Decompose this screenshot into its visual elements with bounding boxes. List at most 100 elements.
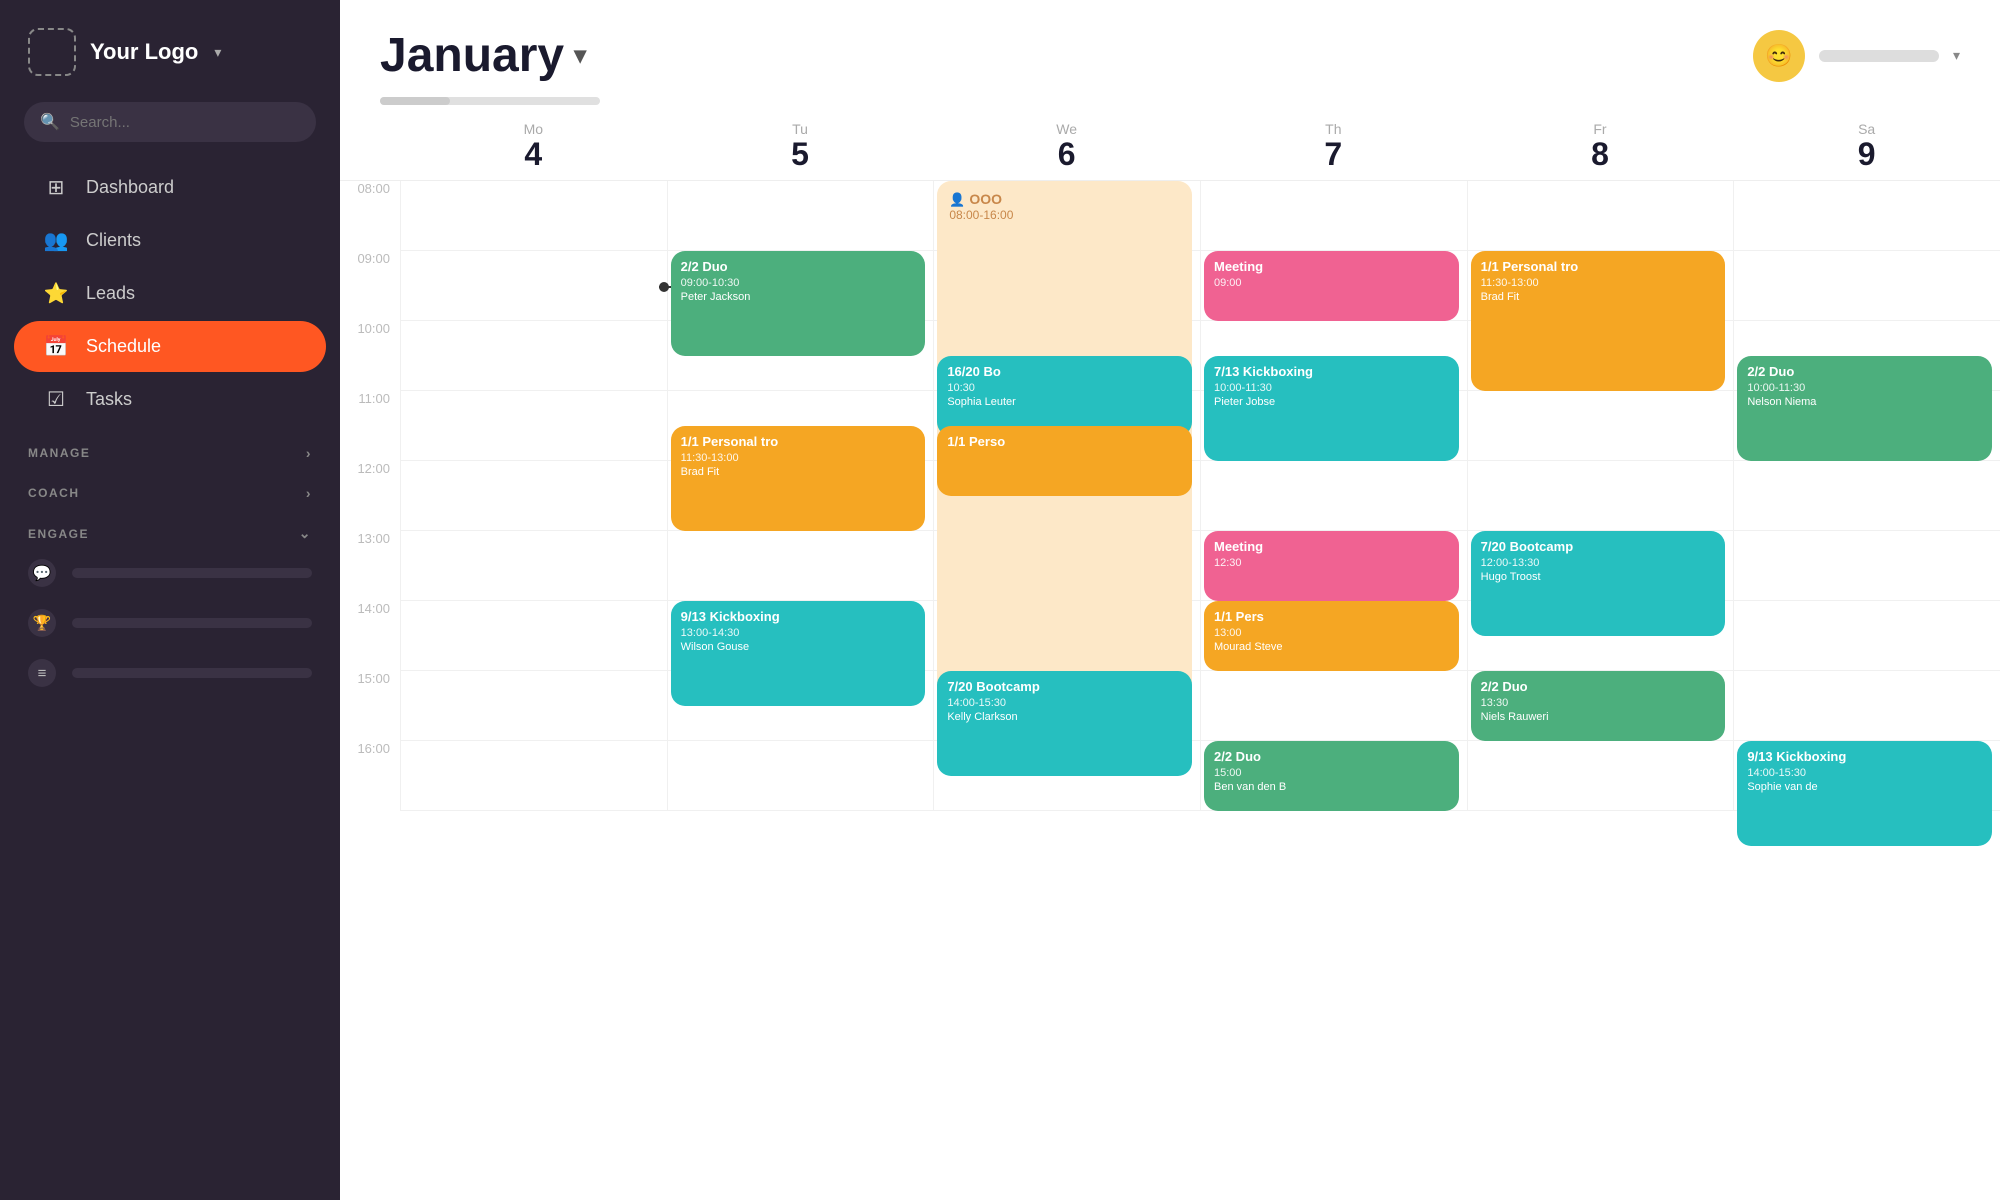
event-ev1[interactable]: 2/2 Duo09:00-10:30Peter Jackson [671, 251, 926, 356]
cal-cell-row6-col5 [1733, 601, 2000, 671]
event-ev10[interactable]: 1/1 Pers13:00Mourad Steve [1204, 601, 1459, 671]
avatar[interactable]: 😊 [1753, 30, 1805, 82]
calendar-body: 08:0009:0010:0011:0012:0013:0014:0015:00… [340, 181, 2000, 1200]
event-ev7[interactable]: Meeting09:00 [1204, 251, 1459, 321]
cal-cell-row1-col0 [400, 251, 667, 321]
cal-cell-row4-col0 [400, 461, 667, 531]
engage-item-0[interactable]: 💬 [0, 548, 340, 598]
cal-cell-row0-col0 [400, 181, 667, 251]
progress-bar-track [380, 97, 600, 105]
engage-chevron-icon[interactable]: ⌄ [299, 525, 312, 542]
main-header: January ▾ 😊 ▾ [340, 0, 2000, 83]
cal-cell-row8-col4 [1467, 741, 1734, 811]
coach-chevron-icon[interactable]: › [306, 485, 312, 501]
cal-cell-row7-col5 [1733, 671, 2000, 741]
event-ev5[interactable]: 9/13 Kickboxing13:00-14:30Wilson Gouse [671, 601, 926, 706]
engage-icon-0: 💬 [28, 559, 56, 587]
schedule-nav-icon: 📅 [42, 334, 70, 359]
cal-cell-row0-col3 [1200, 181, 1467, 251]
time-label-7: 15:00 [340, 671, 400, 741]
cal-cell-row6-col0 [400, 601, 667, 671]
cal-cell-row5-col2 [933, 531, 1200, 601]
event-ev4[interactable]: 1/1 Personal tro11:30-13:00Brad Fit [671, 426, 926, 531]
search-input[interactable] [70, 114, 300, 131]
cal-cell-row5-col1 [667, 531, 934, 601]
event-ev15[interactable]: 2/2 Duo10:00-11:30Nelson Niema [1737, 356, 1992, 461]
calendar-header: Mo4Tu5We6Th7Fr8Sa9 [340, 105, 2000, 181]
progress-bar-fill [380, 97, 450, 105]
month-chevron-icon[interactable]: ▾ [574, 41, 586, 70]
cal-cell-row0-col5 [1733, 181, 2000, 251]
time-label-3: 11:00 [340, 391, 400, 461]
user-name-bar [1819, 50, 1939, 62]
cal-cell-row7-col0 [400, 671, 667, 741]
cal-cell-row0-col4 [1467, 181, 1734, 251]
time-label-2: 10:00 [340, 321, 400, 391]
month-title: January ▾ [380, 28, 586, 83]
engage-icon-1: 🏆 [28, 609, 56, 637]
cal-cell-row4-col3 [1200, 461, 1467, 531]
manage-section-label: MANAGE › [0, 427, 340, 467]
dashboard-nav-icon: ⊞ [42, 175, 70, 200]
search-icon: 🔍 [40, 112, 60, 132]
cal-day-header-2: We6 [933, 121, 1200, 172]
cal-day-header-0: Mo4 [400, 121, 667, 172]
time-header-spacer [340, 121, 400, 172]
sidebar-item-dashboard[interactable]: ⊞Dashboard [14, 162, 326, 213]
search-bar[interactable]: 🔍 [24, 102, 316, 142]
event-ev6[interactable]: 7/20 Bootcamp14:00-15:30Kelly Clarkson [937, 671, 1192, 776]
calendar-area: Mo4Tu5We6Th7Fr8Sa9 08:0009:0010:0011:001… [340, 105, 2000, 1200]
sidebar-item-clients[interactable]: 👥Clients [14, 215, 326, 266]
engage-bar-2 [72, 668, 312, 678]
sidebar: Your Logo ▾ 🔍 ⊞Dashboard👥Clients⭐Leads📅S… [0, 0, 340, 1200]
event-ev16[interactable]: 9/13 Kickboxing14:00-15:30Sophie van de [1737, 741, 1992, 846]
engage-item-1[interactable]: 🏆 [0, 598, 340, 648]
engage-section-label: ENGAGE ⌄ [0, 507, 340, 548]
time-label-1: 09:00 [340, 251, 400, 321]
event-ev2[interactable]: 16/20 Bo10:30Sophia Leuter [937, 356, 1192, 436]
time-label-4: 12:00 [340, 461, 400, 531]
logo-area[interactable]: Your Logo ▾ [0, 0, 340, 96]
event-ev14[interactable]: 2/2 Duo13:30Niels Rauweri [1471, 671, 1726, 741]
engage-bar-0 [72, 568, 312, 578]
coach-section-label: COACH › [0, 467, 340, 507]
cal-cell-row0-col1 [667, 181, 934, 251]
nav-menu: ⊞Dashboard👥Clients⭐Leads📅Schedule☑Tasks [0, 160, 340, 427]
cal-day-header-4: Fr8 [1467, 121, 1734, 172]
cal-cell-row5-col5 [1733, 531, 2000, 601]
time-label-5: 13:00 [340, 531, 400, 601]
cal-cell-row8-col0 [400, 741, 667, 811]
cal-cell-row4-col5 [1733, 461, 2000, 531]
progress-bar-container [340, 83, 2000, 105]
month-label: January [380, 28, 564, 83]
event-ev12[interactable]: 1/1 Personal tro11:30-13:00Brad Fit [1471, 251, 1726, 391]
cal-cell-row6-col2 [933, 601, 1200, 671]
engage-bar-1 [72, 618, 312, 628]
engage-menu: 💬 🏆 ≡ [0, 548, 340, 698]
cal-cell-row8-col1 [667, 741, 934, 811]
sidebar-item-tasks[interactable]: ☑Tasks [14, 374, 326, 425]
cal-day-header-5: Sa9 [1733, 121, 2000, 172]
cal-cell-row0-col2 [933, 181, 1200, 251]
sidebar-item-leads[interactable]: ⭐Leads [14, 268, 326, 319]
cal-cell-row4-col4 [1467, 461, 1734, 531]
cal-cell-row7-col3 [1200, 671, 1467, 741]
clients-nav-icon: 👥 [42, 228, 70, 253]
time-label-6: 14:00 [340, 601, 400, 671]
cal-cell-row2-col0 [400, 321, 667, 391]
engage-icon-2: ≡ [28, 659, 56, 687]
cal-cell-row3-col0 [400, 391, 667, 461]
event-ev3[interactable]: 1/1 Perso [937, 426, 1192, 496]
sidebar-item-schedule[interactable]: 📅Schedule [14, 321, 326, 372]
event-ev8[interactable]: 7/13 Kickboxing10:00-11:30Pieter Jobse [1204, 356, 1459, 461]
cal-day-header-1: Tu5 [667, 121, 934, 172]
engage-item-2[interactable]: ≡ [0, 648, 340, 698]
cal-cell-row1-col5 [1733, 251, 2000, 321]
event-ev13[interactable]: 7/20 Bootcamp12:00-13:30Hugo Troost [1471, 531, 1726, 636]
event-ev11[interactable]: 2/2 Duo15:00Ben van den B [1204, 741, 1459, 811]
event-ev9[interactable]: Meeting12:30 [1204, 531, 1459, 601]
user-chevron-icon[interactable]: ▾ [1953, 47, 1960, 64]
logo-box [28, 28, 76, 76]
manage-chevron-icon[interactable]: › [306, 445, 312, 461]
cal-day-header-3: Th7 [1200, 121, 1467, 172]
